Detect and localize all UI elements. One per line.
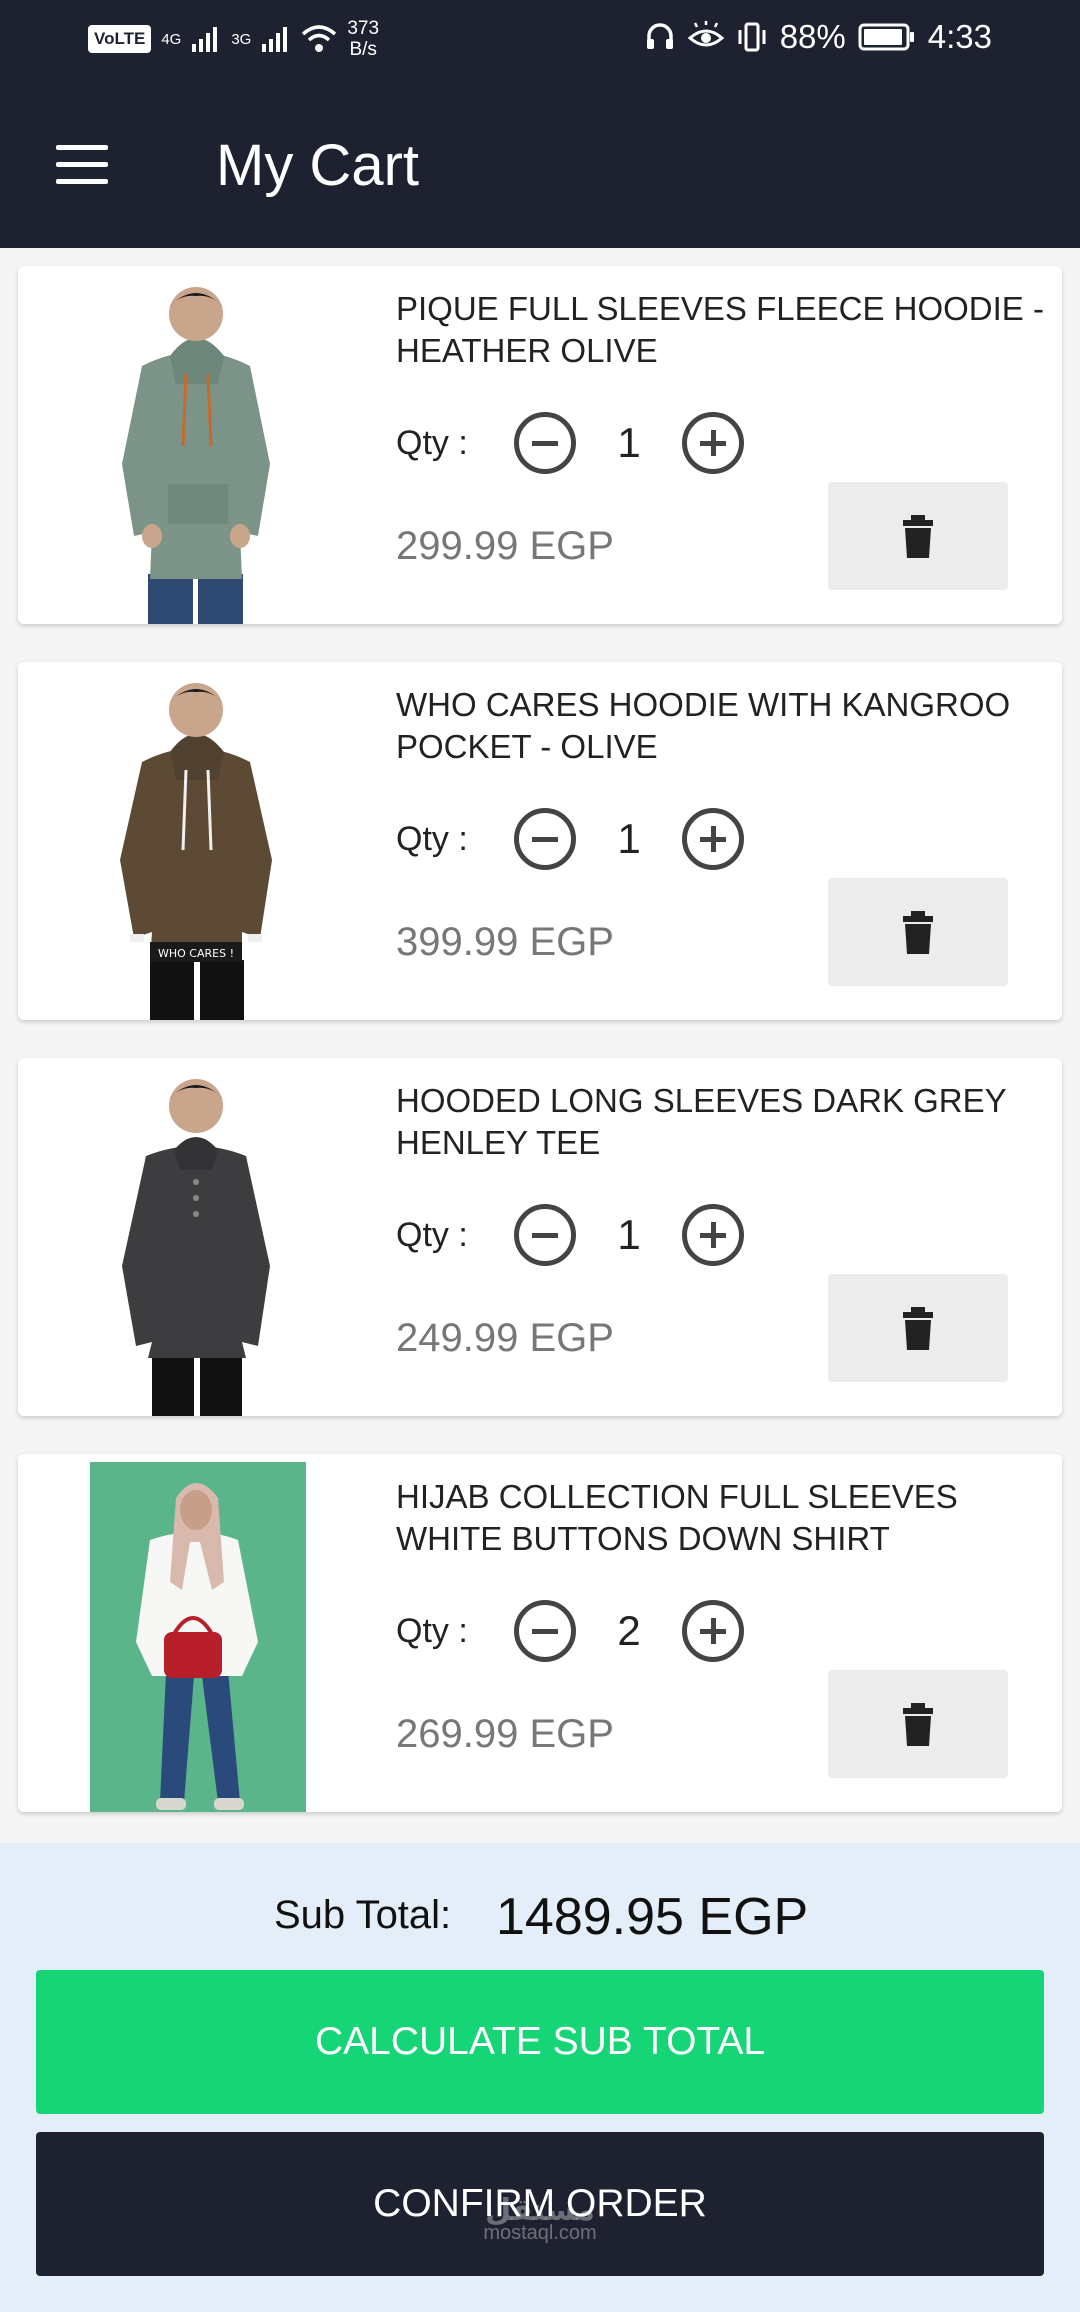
status-bar-left: VoLTE 4G 3G 373 B/s	[88, 18, 379, 60]
trash-icon	[903, 911, 933, 954]
qty-label: Qty :	[396, 1215, 468, 1254]
qty-value: 1	[617, 419, 641, 466]
qty-label: Qty :	[396, 423, 468, 462]
battery-icon	[858, 23, 914, 51]
decrease-qty-icon[interactable]	[514, 1600, 576, 1662]
hoodie-print-text: WHO CARES !	[158, 947, 234, 960]
battery-percent: 88%	[779, 18, 846, 55]
hamburger-menu-icon[interactable]	[52, 143, 112, 187]
trash-icon	[903, 1703, 933, 1746]
eye-comfort-icon	[687, 21, 724, 47]
network-speed: 373 B/s	[347, 18, 379, 60]
network-speed-unit: B/s	[349, 39, 377, 60]
product-price: 399.99 EGP	[396, 920, 614, 964]
quantity-stepper: Qty : 1	[396, 412, 744, 474]
increase-qty-icon[interactable]	[682, 412, 744, 474]
decrease-qty-icon[interactable]	[514, 1204, 576, 1266]
decrease-qty-icon[interactable]	[514, 412, 576, 474]
quantity-stepper: Qty : 2	[396, 1600, 744, 1662]
product-name[interactable]: HOODED LONG SLEEVES DARK GREY HENLEY TEE	[396, 1080, 1046, 1164]
subtotal-value: 1489.95 EGP	[496, 1888, 809, 1946]
cellular-signal-icon	[192, 27, 218, 52]
henley-dark-grey-image	[90, 1066, 306, 1416]
sim1-network-label: 4G	[161, 30, 182, 48]
decrease-qty-icon[interactable]	[514, 808, 576, 870]
white-shirt-hijab-image	[90, 1462, 306, 1812]
product-name[interactable]: PIQUE FULL SLEEVES FLEECE HOODIE - HEATH…	[396, 288, 1046, 372]
volte-badge: VoLTE	[88, 25, 152, 53]
product-price: 269.99 EGP	[396, 1712, 614, 1756]
product-name[interactable]: WHO CARES HOODIE WITH KANGROO POCKET - O…	[396, 684, 1046, 768]
page-title: My Cart	[216, 133, 419, 198]
product-price: 249.99 EGP	[396, 1316, 614, 1360]
delete-item-button[interactable]	[828, 482, 1008, 590]
increase-qty-icon[interactable]	[682, 1204, 744, 1266]
app-bar: My Cart	[0, 84, 1080, 248]
hoodie-heather-olive-image	[90, 274, 306, 624]
watermark-latin: mostaql.com	[483, 2222, 597, 2244]
clock: 4:33	[927, 18, 992, 55]
product-price: 299.99 EGP	[396, 524, 614, 568]
trash-icon	[903, 515, 933, 558]
vibrate-icon	[738, 22, 766, 52]
cart-item-card: PIQUE FULL SLEEVES FLEECE HOODIE - HEATH…	[18, 266, 1062, 624]
qty-label: Qty :	[396, 1611, 468, 1650]
cellular-signal-icon	[262, 27, 288, 52]
product-name[interactable]: HIJAB COLLECTION FULL SLEEVES WHITE BUTT…	[396, 1476, 1046, 1560]
cart-list[interactable]: PIQUE FULL SLEEVES FLEECE HOODIE - HEATH…	[0, 248, 1080, 1843]
increase-qty-icon[interactable]	[682, 808, 744, 870]
hoodie-olive-who-cares-image: WHO CARES !	[90, 670, 306, 1020]
watermark: مستقل mostaql.com	[468, 2194, 612, 2245]
cart-item-card: HOODED LONG SLEEVES DARK GREY HENLEY TEE…	[18, 1058, 1062, 1416]
increase-qty-icon[interactable]	[682, 1600, 744, 1662]
status-bar: VoLTE 4G 3G 373 B/s 88% 4:33	[0, 0, 1080, 84]
delete-item-button[interactable]	[828, 1670, 1008, 1778]
sim2-network-label: 3G	[231, 30, 252, 48]
product-image[interactable]	[90, 274, 306, 624]
headphones-icon	[646, 23, 673, 49]
delete-item-button[interactable]	[828, 878, 1008, 986]
watermark-arabic: مستقل	[485, 2194, 595, 2227]
quantity-stepper: Qty : 1	[396, 808, 744, 870]
cart-item-card: HIJAB COLLECTION FULL SLEEVES WHITE BUTT…	[18, 1454, 1062, 1812]
quantity-stepper: Qty : 1	[396, 1204, 744, 1266]
product-image[interactable]: WHO CARES !	[90, 670, 306, 1020]
product-image[interactable]	[90, 1462, 306, 1812]
network-speed-value: 373	[347, 18, 380, 39]
qty-value: 1	[617, 1211, 641, 1258]
subtotal-label: Sub Total:	[274, 1893, 452, 1937]
cart-item-card: WHO CARES ! WHO CARES HOODIE WITH KANGRO…	[18, 662, 1062, 1020]
status-bar-right: 88% 4:33	[644, 18, 992, 56]
delete-item-button[interactable]	[828, 1274, 1008, 1382]
qty-value: 1	[617, 815, 641, 862]
qty-value: 2	[617, 1607, 641, 1654]
product-image[interactable]	[90, 1066, 306, 1416]
calculate-subtotal-button[interactable]: CALCULATE SUB TOTAL	[36, 1970, 1044, 2114]
wifi-icon	[302, 25, 337, 52]
trash-icon	[903, 1307, 933, 1350]
qty-label: Qty :	[396, 819, 468, 858]
